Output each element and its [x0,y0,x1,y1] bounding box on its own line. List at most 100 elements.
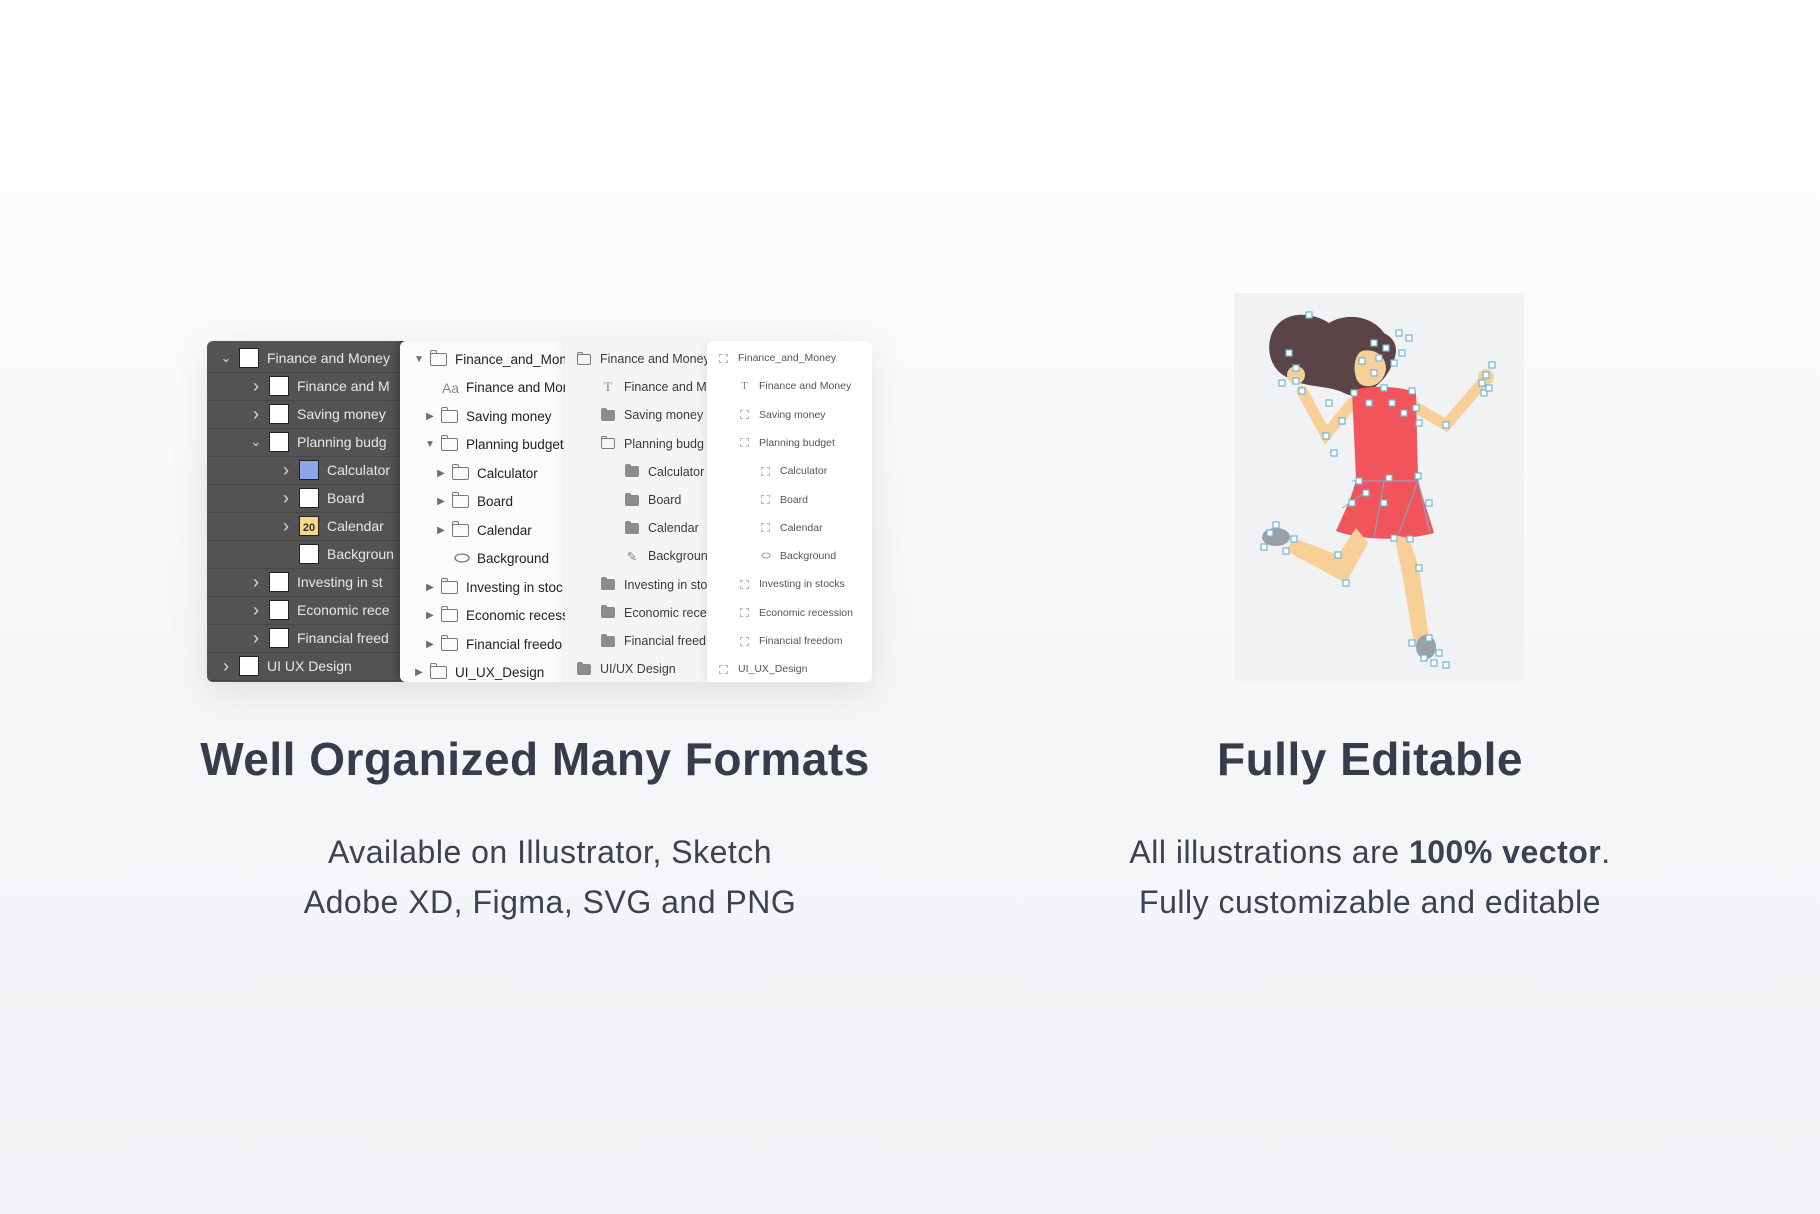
layer-row[interactable]: ▶ Financial freedo [400,630,570,658]
chevron-down-icon[interactable]: ⌄ [219,350,233,366]
anchor-point[interactable] [1285,349,1293,357]
anchor-point[interactable] [1382,344,1390,352]
anchor-point[interactable] [1342,579,1350,587]
chevron-right-icon[interactable]: › [249,600,263,621]
layer-row[interactable]: › Finance and M [207,372,407,401]
layer-row[interactable]: ⌄ Finance and Money [207,344,407,373]
anchor-point[interactable] [1390,534,1398,542]
anchor-point[interactable] [1260,543,1268,551]
anchor-point[interactable] [1292,364,1300,372]
anchor-point[interactable] [1305,311,1313,319]
anchor-point[interactable] [1415,419,1423,427]
anchor-point[interactable] [1442,421,1450,429]
layer-row[interactable]: Financial freedom [707,627,872,655]
layer-row[interactable]: › Economic rece [207,596,407,625]
anchor-point[interactable] [1380,499,1388,507]
chevron-right-icon[interactable]: › [279,460,293,481]
layer-row[interactable]: ▶ UI_UX_Design [400,659,570,683]
disclosure-closed-icon[interactable]: ▶ [425,639,435,650]
chevron-right-icon[interactable]: › [249,376,263,397]
layer-row[interactable]: › Investing in st [207,568,407,597]
layer-row[interactable]: T Finance and Money [707,372,872,400]
anchor-point[interactable] [1388,399,1396,407]
anchor-point[interactable] [1292,377,1300,385]
anchor-point[interactable] [1375,354,1383,362]
layer-row[interactable]: ▶ Saving money [400,402,570,430]
anchor-point[interactable] [1272,521,1280,529]
layer-row[interactable]: Financial freed [565,627,715,655]
anchor-point[interactable] [1330,449,1338,457]
anchor-point[interactable] [1290,535,1298,543]
layer-row[interactable]: ⌄ Planning budg [207,428,407,457]
layer-row[interactable]: Board [707,486,872,514]
layer-row[interactable]: UI/UX Design [565,655,715,682]
layer-row[interactable]: Saving money [565,401,715,429]
anchor-point[interactable] [1362,489,1370,497]
layer-row[interactable]: Calculator [707,457,872,485]
layer-row[interactable]: Saving money [707,401,872,429]
layer-row[interactable]: › Saving money [207,400,407,429]
layer-row[interactable]: Background [707,542,872,570]
layer-row[interactable]: › 20 Calendar [207,512,407,541]
layer-row[interactable]: T Finance and M [565,373,715,401]
anchor-point[interactable] [1415,564,1423,572]
chevron-right-icon[interactable]: › [249,572,263,593]
layer-row[interactable]: Aa Finance and Mon [400,374,570,402]
anchor-point[interactable] [1380,384,1388,392]
disclosure-open-icon[interactable]: ▼ [425,439,435,450]
layer-row[interactable]: Investing in sto [565,571,715,599]
chevron-right-icon[interactable]: › [219,656,233,677]
anchor-point[interactable] [1370,339,1378,347]
layer-row[interactable]: Calendar [707,514,872,542]
disclosure-closed-icon[interactable]: ▶ [425,411,435,422]
anchor-point[interactable] [1338,417,1346,425]
anchor-point[interactable] [1414,472,1422,480]
layer-row[interactable]: Calendar [565,514,715,542]
layer-row[interactable]: Planning budget [707,429,872,457]
anchor-point[interactable] [1322,432,1330,440]
layer-row[interactable]: › UI UX Design [207,652,407,681]
layer-row[interactable]: Planning budg [565,430,715,458]
layer-row[interactable]: › Financial freed [207,624,407,653]
layer-row[interactable]: Finance_and_Money [707,344,872,372]
disclosure-closed-icon[interactable]: ▶ [436,468,446,479]
anchor-point[interactable] [1425,499,1433,507]
chevron-right-icon[interactable]: › [279,516,293,537]
chevron-down-icon[interactable]: ⌄ [249,434,263,450]
layer-row[interactable]: ✎ Backgroun [565,542,715,570]
layer-row[interactable]: ▶ Calculator [400,459,570,487]
anchor-point[interactable] [1350,389,1358,397]
layer-row[interactable]: ▶ Calendar [400,516,570,544]
anchor-point[interactable] [1278,379,1286,387]
anchor-point[interactable] [1420,654,1428,662]
disclosure-open-icon[interactable]: ▼ [414,354,424,365]
anchor-point[interactable] [1358,357,1366,365]
anchor-point[interactable] [1390,359,1398,367]
layer-row[interactable]: ▶ Investing in stoc [400,573,570,601]
anchor-point[interactable] [1478,379,1486,387]
layer-row[interactable]: UI_UX_Design [707,655,872,682]
chevron-right-icon[interactable]: › [279,488,293,509]
disclosure-closed-icon[interactable]: ▶ [436,525,446,536]
anchor-point[interactable] [1406,535,1414,543]
layer-row[interactable]: Finance and Money [565,345,715,373]
anchor-point[interactable] [1365,399,1373,407]
layer-row[interactable]: ▼ Finance_and_Mone [400,345,570,373]
layer-row[interactable]: Background [400,545,570,573]
anchor-point[interactable] [1395,329,1403,337]
anchor-point[interactable] [1325,399,1333,407]
disclosure-closed-icon[interactable]: ▶ [425,582,435,593]
layer-row[interactable]: Board [565,486,715,514]
anchor-point[interactable] [1398,349,1406,357]
anchor-point[interactable] [1435,649,1443,657]
chevron-right-icon[interactable]: › [249,404,263,425]
anchor-point[interactable] [1385,474,1393,482]
layer-row[interactable]: Backgroun [207,540,407,569]
anchor-point[interactable] [1408,639,1416,647]
anchor-point[interactable] [1266,529,1274,537]
anchor-point[interactable] [1425,634,1433,642]
layer-row[interactable]: › Calculator [207,456,407,485]
layer-row[interactable]: ▼ Planning budget [400,431,570,459]
layer-row[interactable]: › Board [207,484,407,513]
anchor-point[interactable] [1282,547,1290,555]
